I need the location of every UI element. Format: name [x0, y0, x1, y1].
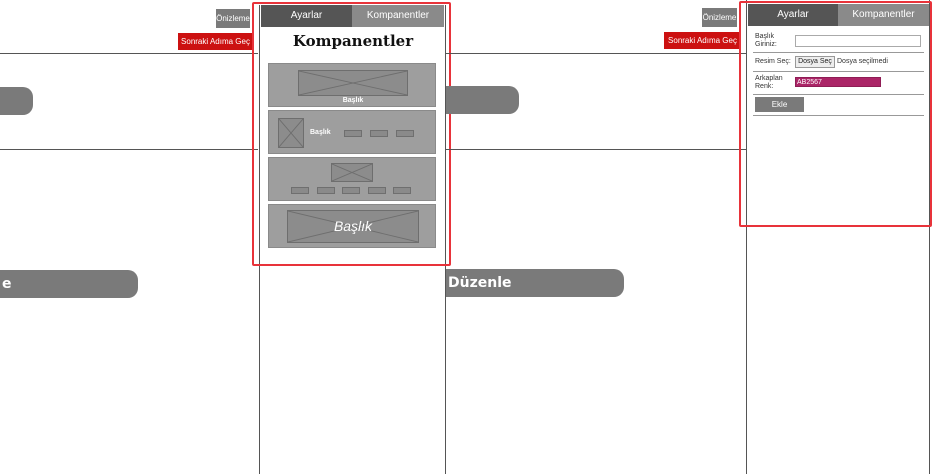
canvas-divider-mid-right	[446, 149, 746, 150]
canvas-divider-top-right	[446, 53, 746, 54]
canvas-bar-bottom-label-left: e	[2, 276, 12, 292]
canvas-bar-bottom-left[interactable]: e	[0, 270, 138, 298]
next-step-button-left[interactable]: Sonraki Adıma Geç	[178, 33, 253, 50]
canvas-bar-top-left[interactable]	[0, 87, 33, 115]
highlight-box-right	[739, 1, 932, 227]
highlight-box-left	[252, 2, 451, 266]
canvas-bar-bottom-label-right: Düzenle	[448, 275, 512, 291]
canvas-bar-bottom-right[interactable]: Düzenle	[446, 269, 624, 297]
canvas-bar-top-right[interactable]	[446, 86, 519, 114]
canvas-divider-mid-left	[0, 149, 258, 150]
next-step-button-right[interactable]: Sonraki Adıma Geç	[664, 32, 741, 49]
preview-button-left[interactable]: Önizleme	[216, 9, 250, 28]
preview-button-right[interactable]: Önizleme	[702, 8, 737, 27]
canvas-divider-top-left	[0, 53, 258, 54]
